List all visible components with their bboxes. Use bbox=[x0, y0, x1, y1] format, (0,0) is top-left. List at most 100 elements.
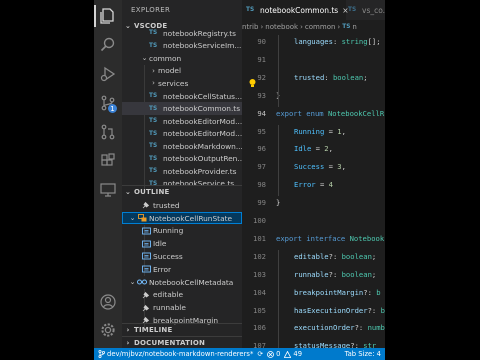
file-tree-item[interactable]: TS notebookCommon.ts bbox=[122, 102, 242, 115]
sync-icon[interactable]: ⟳ bbox=[257, 350, 263, 358]
vscode-window: 1 EXPLORER ⌄ VSCODE TS notebookRegistry.t… bbox=[94, 0, 385, 360]
breadcrumb-item[interactable]: common bbox=[305, 23, 336, 31]
outline-item[interactable]: Idle bbox=[122, 237, 242, 250]
code-token: b bbox=[380, 305, 385, 315]
chevron-right-icon: › bbox=[152, 79, 155, 88]
code-token: NotebookCellR bbox=[327, 108, 385, 118]
code-line: } bbox=[276, 198, 280, 207]
code-token: boolean bbox=[341, 269, 372, 279]
property-icon bbox=[141, 291, 151, 299]
typescript-file-icon: TS bbox=[149, 105, 158, 112]
breadcrumb-item[interactable]: n bbox=[352, 23, 356, 31]
code-line: Success = 3, bbox=[294, 162, 346, 171]
code-token: , bbox=[328, 144, 333, 154]
outline-label: editable bbox=[153, 290, 184, 300]
file-name: services bbox=[158, 78, 189, 88]
file-tree-item[interactable]: ⌄ common bbox=[122, 52, 242, 65]
code-line: executionOrder?: numb bbox=[294, 323, 385, 332]
outline-item[interactable]: runnable bbox=[122, 301, 242, 314]
outline-item[interactable]: Success bbox=[122, 250, 242, 263]
outline-label: NotebookCellMetadata bbox=[149, 277, 234, 287]
documentation-header[interactable]: › DOCUMENTATION bbox=[122, 336, 242, 348]
branch-icon[interactable] bbox=[98, 349, 106, 359]
code-token: Notebook bbox=[349, 233, 385, 243]
outline-item[interactable]: trusted bbox=[122, 199, 242, 212]
line-number: 94 bbox=[257, 108, 266, 118]
tab-notebookcommon[interactable]: TS notebookCommon.ts × bbox=[242, 0, 349, 20]
account-icon[interactable] bbox=[98, 292, 118, 312]
file-tree-item[interactable]: TS notebookEditorMod... bbox=[122, 115, 242, 128]
breadcrumb-item[interactable]: notebook bbox=[265, 23, 298, 31]
sidebar-title: EXPLORER bbox=[131, 6, 171, 14]
code-token: = bbox=[324, 162, 338, 172]
file-tree-item[interactable]: › services bbox=[122, 77, 242, 90]
file-tree-item[interactable]: TS notebookServiceIm... bbox=[122, 40, 242, 53]
code-token: ; bbox=[371, 251, 377, 261]
enum-icon bbox=[137, 214, 147, 222]
outline-label: trusted bbox=[153, 200, 180, 210]
outline-label: runnable bbox=[153, 303, 186, 313]
typescript-file-icon: TS bbox=[149, 143, 158, 150]
file-tree-item[interactable]: TS notebookRegistry.ts bbox=[122, 27, 242, 40]
code-token: interface bbox=[306, 233, 350, 243]
line-number: 91 bbox=[257, 54, 266, 64]
file-name: model bbox=[158, 66, 182, 76]
warning-icon[interactable] bbox=[284, 350, 292, 358]
code-token: ; bbox=[363, 72, 368, 82]
remote-explorer-icon[interactable] bbox=[98, 180, 118, 200]
typescript-file-icon: TS bbox=[149, 168, 158, 175]
file-name: notebookEditorMod... bbox=[163, 129, 242, 139]
outline-item[interactable]: editable bbox=[122, 289, 242, 302]
search-icon[interactable] bbox=[98, 35, 118, 55]
status-bar: dev/mjbvz/notebook-markdown-renderers* ⟳… bbox=[94, 348, 385, 360]
branch-name[interactable]: dev/mjbvz/notebook-markdown-renderers* bbox=[107, 350, 253, 358]
outline-item[interactable]: ⌄ NotebookCellRunState bbox=[122, 211, 242, 225]
tab-label: notebookCommon.ts bbox=[260, 5, 339, 15]
typescript-file-icon: TS bbox=[149, 93, 158, 99]
code-line: trusted: boolean; bbox=[294, 73, 368, 82]
breadcrumb-item[interactable]: ntrib bbox=[242, 23, 258, 31]
outline-item[interactable]: Running bbox=[122, 225, 242, 238]
outline-item[interactable]: Error bbox=[122, 263, 242, 276]
code-token: []; bbox=[367, 37, 381, 46]
tab-label: vs_co... bbox=[362, 5, 385, 15]
code-token: = bbox=[324, 126, 338, 136]
outline-label: NotebookCellRunState bbox=[149, 213, 233, 223]
typescript-file-icon: TS bbox=[342, 23, 351, 30]
error-icon[interactable] bbox=[267, 350, 274, 358]
error-count[interactable]: 0 bbox=[276, 350, 280, 358]
code-token: Idle bbox=[294, 144, 312, 154]
enum-member-icon bbox=[141, 227, 151, 235]
source-control-badge: 1 bbox=[108, 104, 117, 113]
extensions-icon[interactable] bbox=[98, 151, 118, 171]
settings-gear-icon[interactable] bbox=[98, 320, 118, 340]
timeline-header[interactable]: › TIMELINE bbox=[122, 323, 242, 335]
file-tree-item[interactable]: TS notebookMarkdown... bbox=[122, 140, 242, 153]
typescript-file-icon: TS bbox=[149, 30, 158, 37]
line-number: 100 bbox=[253, 216, 266, 225]
code-editor[interactable]: 90 languages: string[]; 91 92 trusted: boole… bbox=[242, 33, 385, 358]
file-tree-item[interactable]: TS notebookOutputRen... bbox=[122, 153, 242, 166]
tab-size[interactable]: Tab Size: 4 bbox=[345, 350, 381, 358]
pull-request-icon[interactable] bbox=[98, 122, 118, 142]
code-token: = bbox=[315, 180, 329, 190]
outline-header[interactable]: ⌄ OUTLINE bbox=[122, 185, 242, 197]
chevron-right-icon: › bbox=[152, 66, 155, 75]
chevron-down-icon: ⌄ bbox=[124, 187, 132, 196]
typescript-file-icon: TS bbox=[149, 130, 158, 137]
file-tree-item[interactable]: › model bbox=[122, 65, 242, 78]
warning-count[interactable]: 49 bbox=[293, 350, 302, 358]
chevron-down-icon: ⌄ bbox=[141, 54, 148, 63]
file-tree-item[interactable]: TS notebookEditorMod... bbox=[122, 127, 242, 140]
explorer-icon[interactable] bbox=[98, 6, 118, 26]
lightbulb-icon[interactable] bbox=[248, 73, 257, 92]
file-name: notebookServiceIm... bbox=[163, 41, 242, 51]
tab-vs-code[interactable]: TS vs_co... bbox=[346, 0, 385, 20]
file-tree-item[interactable]: TS notebookProvider.ts bbox=[122, 165, 242, 178]
outline-item[interactable]: ⌄ NotebookCellMetadata bbox=[122, 276, 242, 289]
code-token: boolean bbox=[341, 251, 372, 261]
code-line: Running = 1, bbox=[294, 127, 346, 136]
run-debug-icon[interactable] bbox=[98, 64, 118, 84]
file-tree-item[interactable]: TS notebookCellStatus... bbox=[122, 90, 242, 103]
code-token: breakpointMargin bbox=[294, 287, 364, 297]
